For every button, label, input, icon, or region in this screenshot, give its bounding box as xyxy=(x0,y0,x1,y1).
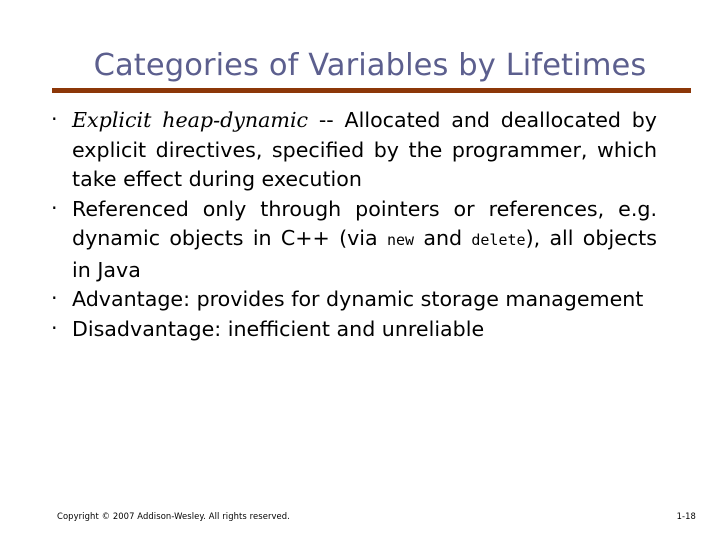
list-item-disadvantage: Disadvantage: inefficient and unreliable xyxy=(45,314,657,345)
list-item-referenced-through-pointers: Referenced only through pointers or refe… xyxy=(45,194,657,286)
bullet-text: Advantage: provides for dynamic storage … xyxy=(72,287,644,311)
slide-body: Explicit heap-dynamic -- Allocated and d… xyxy=(45,105,657,345)
footer-page-number: 1-18 xyxy=(676,511,696,521)
title-divider xyxy=(52,88,691,93)
list-item-advantage: Advantage: provides for dynamic storage … xyxy=(45,284,657,315)
bullet-text-part2: and xyxy=(414,226,472,250)
list-item-explicit-heap-dynamic: Explicit heap-dynamic -- Allocated and d… xyxy=(45,105,657,195)
footer-copyright: Copyright © 2007 Addison-Wesley. All rig… xyxy=(57,511,290,521)
code-keyword-delete: delete xyxy=(471,231,526,249)
slide-canvas: Categories of Variables by Lifetimes Exp… xyxy=(0,0,720,540)
italic-term: Explicit heap-dynamic xyxy=(72,108,309,132)
page-title: Categories of Variables by Lifetimes xyxy=(93,48,647,84)
bullet-list: Explicit heap-dynamic -- Allocated and d… xyxy=(45,105,657,345)
bullet-text: Disadvantage: inefficient and unreliable xyxy=(72,316,485,341)
code-keyword-new: new xyxy=(386,231,415,249)
